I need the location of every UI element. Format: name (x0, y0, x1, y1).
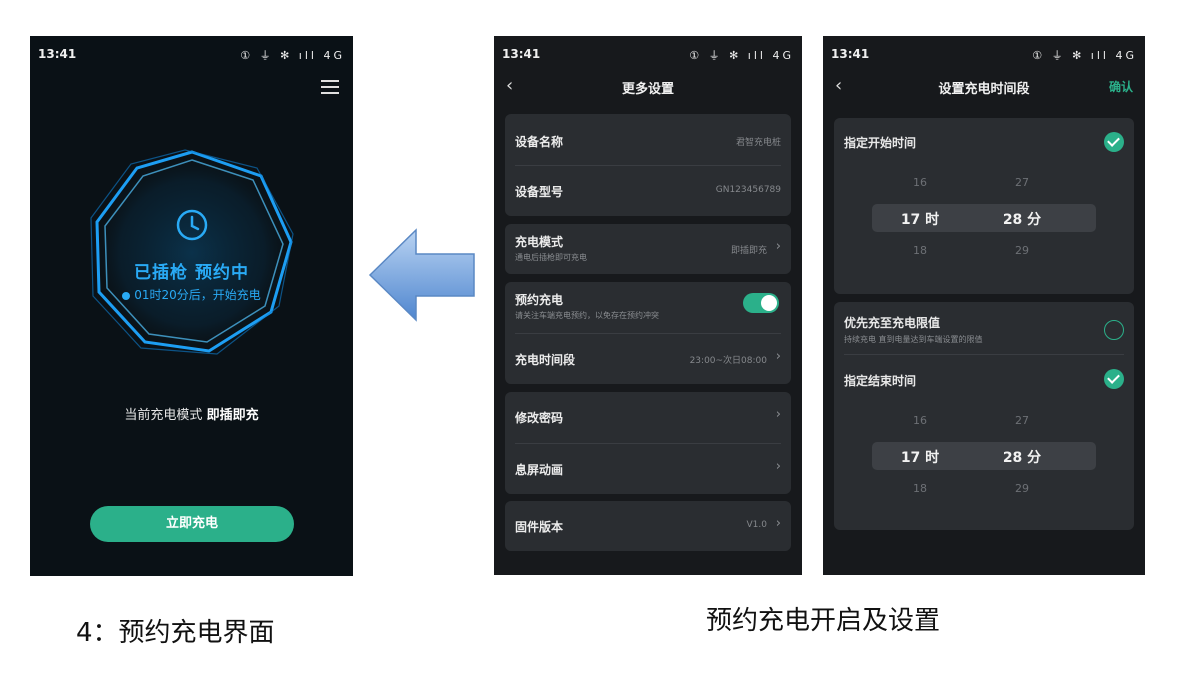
row-sub: 通电后插枪即可充电 (515, 253, 587, 262)
start-time-card: 指定开始时间 16 17 时 18 27 28 分 29 (834, 118, 1134, 294)
radio-empty-icon[interactable] (1104, 320, 1124, 340)
nav-bar: ‹ 设置充电时间段 确认 (823, 74, 1145, 100)
dot-icon (122, 291, 131, 300)
charging-home-screen: 13:41 ① ⏚ ✻ ıll 4G 已插枪 预约中 01时20分后，开始充电 … (30, 36, 353, 576)
page-title: 设置充电时间段 (938, 82, 1030, 97)
row-label: 预约充电 (515, 293, 564, 307)
screen-animation-row[interactable]: 息屏动画 › (515, 444, 781, 494)
status-time: 13:41 (831, 47, 870, 61)
reservation-toggle[interactable] (743, 293, 779, 313)
nav-bar: ‹ 更多设置 (494, 74, 802, 100)
priority-sub: 持续充电 直到电量达到车端设置的限值 (844, 335, 983, 344)
reservation-card: 预约充电 请关注车端充电预约，以免存在预约冲突 充电时间段 23:00~次日08… (505, 282, 791, 384)
mode-prefix: 当前充电模式 (124, 408, 203, 423)
row-sub: 请关注车端充电预约，以免存在预约冲突 (515, 311, 659, 320)
minute-option[interactable]: 29 (992, 482, 1052, 495)
countdown-text: 01时20分后，开始充电 (30, 286, 353, 303)
status-time: 13:41 (38, 47, 77, 61)
chevron-right-icon: › (775, 516, 781, 531)
minute-option[interactable]: 29 (992, 244, 1052, 257)
hour-selected[interactable]: 17 时 (890, 447, 950, 467)
hour-option[interactable]: 16 (890, 414, 950, 427)
menu-icon[interactable] (321, 80, 339, 94)
device-name-row[interactable]: 设备名称 君智充电桩 (515, 116, 781, 166)
hour-option[interactable]: 16 (890, 176, 950, 189)
time-period-row[interactable]: 充电时间段 23:00~次日08:00 › (515, 334, 781, 384)
more-settings-screen: 13:41 ① ⏚ ✻ ıll 4G ‹ 更多设置 设备名称 君智充电桩 设备型… (494, 36, 802, 575)
chevron-right-icon: › (775, 349, 781, 364)
row-value: 君智充电桩 (735, 138, 781, 148)
caption-right: 预约充电开启及设置 (706, 606, 941, 636)
mode-value: 即插即充 (206, 408, 259, 423)
row-label: 设备名称 (515, 135, 564, 149)
chevron-right-icon: › (775, 459, 781, 474)
set-charge-period-screen: 13:41 ① ⏚ ✻ ıll 4G ‹ 设置充电时间段 确认 指定开始时间 1… (823, 36, 1145, 575)
status-bar: 13:41 ① ⏚ ✻ ıll 4G (494, 44, 802, 64)
status-icons: ① ⏚ ✻ ıll 4G (240, 49, 345, 62)
row-label: 设备型号 (515, 185, 564, 199)
security-card: 修改密码 › 息屏动画 › (505, 392, 791, 494)
check-icon[interactable] (1104, 369, 1124, 389)
change-password-row[interactable]: 修改密码 › (515, 392, 781, 442)
minute-selected[interactable]: 28 分 (992, 447, 1052, 467)
device-model-row: 设备型号 GN123456789 (515, 166, 781, 216)
charging-glow-ring (88, 149, 296, 357)
divider (844, 354, 1124, 355)
firmware-card: 固件版本 V1.0 › (505, 501, 791, 551)
charge-now-button[interactable]: 立即充电 (90, 506, 294, 542)
end-settings-card: 优先充至充电限值 持续充电 直到电量达到车端设置的限值 指定结束时间 16 17… (834, 302, 1134, 530)
clock-icon (176, 209, 208, 241)
firmware-row[interactable]: 固件版本 V1.0 › (515, 501, 781, 551)
row-value: GN123456789 (715, 185, 781, 195)
toggle-knob (761, 295, 777, 311)
row-label: 充电时间段 (515, 353, 576, 367)
row-label: 息屏动画 (515, 463, 564, 477)
chevron-right-icon: › (775, 239, 781, 254)
row-label: 固件版本 (515, 520, 564, 534)
device-info-card: 设备名称 君智充电桩 设备型号 GN123456789 (505, 114, 791, 216)
minute-option[interactable]: 27 (992, 176, 1052, 189)
status-time: 13:41 (502, 47, 541, 61)
hour-option[interactable]: 18 (890, 244, 950, 257)
row-label: 修改密码 (515, 411, 564, 425)
current-mode-line: 当前充电模式 即插即充 (30, 404, 353, 423)
minute-option[interactable]: 27 (992, 414, 1052, 427)
hour-selected[interactable]: 17 时 (890, 209, 950, 229)
caption-left: 4：预约充电界面 (76, 618, 275, 648)
minute-selected[interactable]: 28 分 (992, 209, 1052, 229)
reservation-row: 预约充电 请关注车端充电预约，以免存在预约冲突 (515, 282, 781, 332)
chevron-right-icon: › (775, 407, 781, 422)
charge-status-text: 已插枪 预约中 (134, 263, 249, 283)
left-arrow-icon (368, 228, 475, 322)
row-label: 充电模式 (515, 235, 564, 249)
charge-mode-card: 充电模式 通电后插枪即可充电 即插即充 › (505, 224, 791, 274)
page-title: 更多设置 (621, 82, 674, 97)
start-time-label: 指定开始时间 (844, 136, 917, 150)
status-icons: ① ⏚ ✻ ıll 4G (689, 49, 794, 62)
check-icon[interactable] (1104, 132, 1124, 152)
status-bar: 13:41 ① ⏚ ✻ ıll 4G (823, 44, 1145, 64)
countdown-label: 01时20分后，开始充电 (134, 288, 261, 302)
priority-label: 优先充至充电限值 (844, 316, 941, 330)
end-time-label: 指定结束时间 (844, 374, 917, 388)
confirm-button[interactable]: 确认 (1109, 78, 1133, 95)
hour-option[interactable]: 18 (890, 482, 950, 495)
row-value: 23:00~次日08:00 (689, 356, 767, 366)
row-value: 即插即充 (730, 246, 767, 256)
row-value: V1.0 (746, 520, 767, 530)
status-icons: ① ⏚ ✻ ıll 4G (1032, 49, 1137, 62)
charge-mode-row[interactable]: 充电模式 通电后插枪即可充电 即插即充 › (515, 224, 781, 274)
status-bar: 13:41 ① ⏚ ✻ ıll 4G (30, 44, 353, 64)
